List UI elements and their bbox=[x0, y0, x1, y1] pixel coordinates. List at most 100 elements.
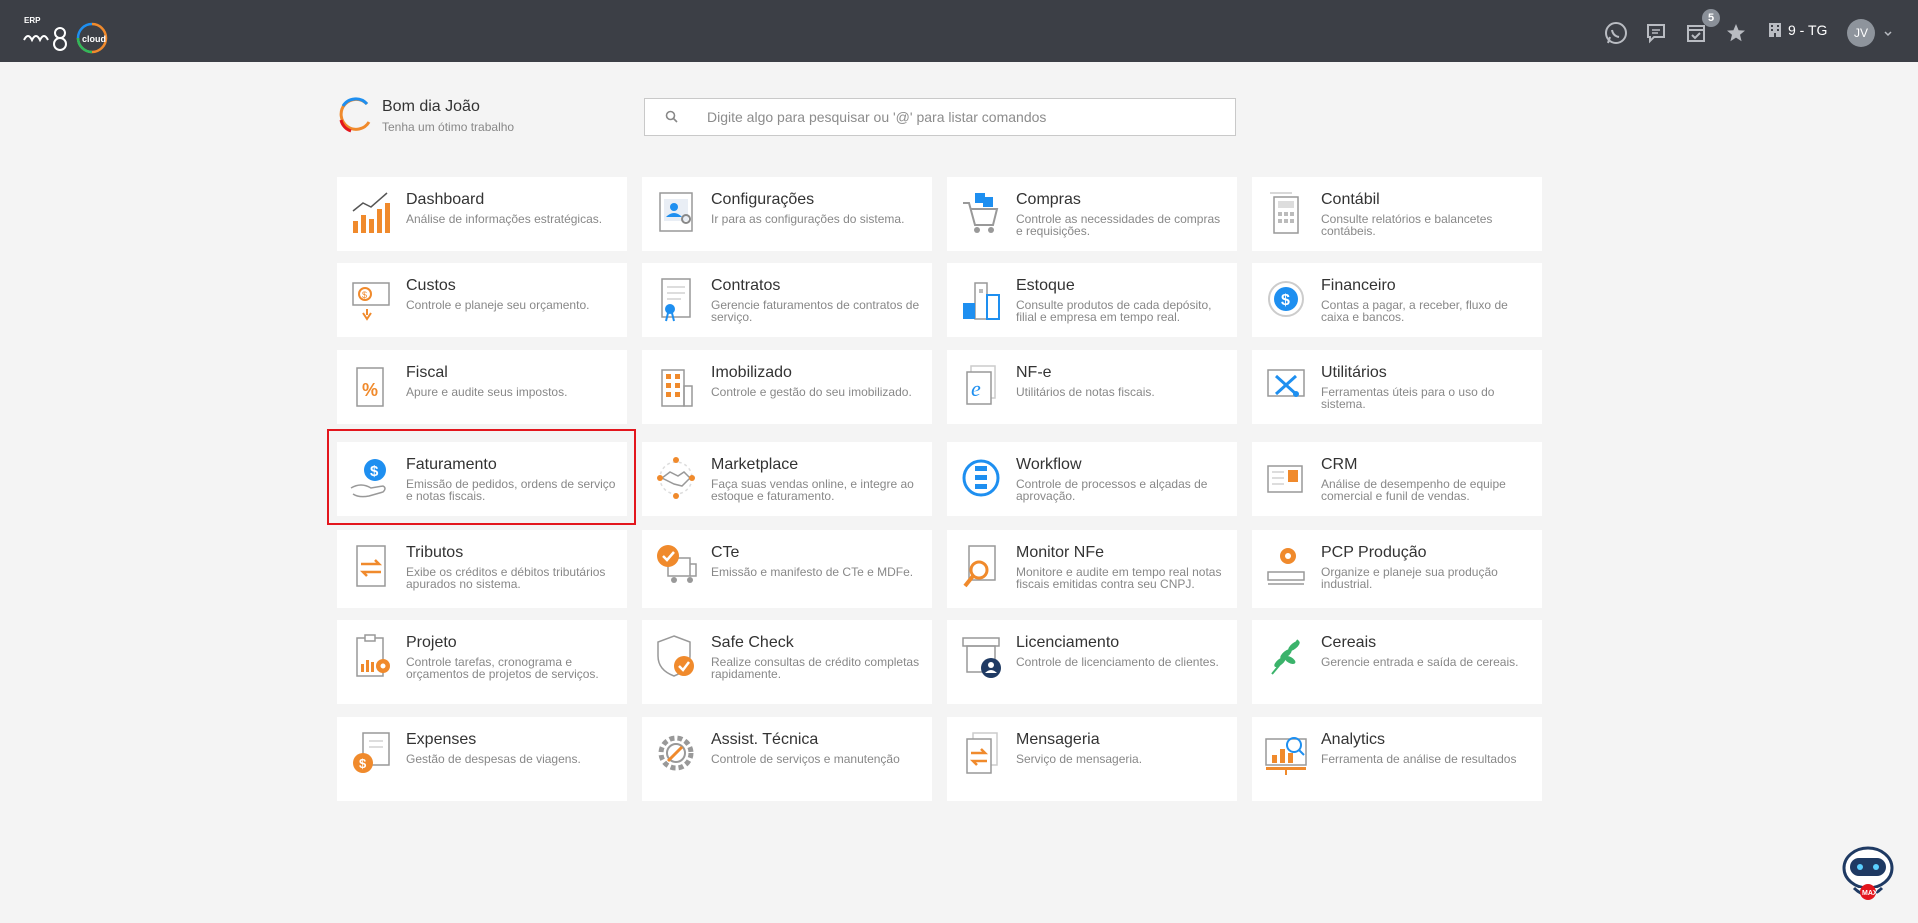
module-description: Controle tarefas, cronograma e orçamento… bbox=[406, 655, 599, 681]
module-description: Ferramenta de análise de resultados bbox=[1321, 752, 1517, 766]
module-description: Análise de desempenho de equipe comercia… bbox=[1321, 477, 1506, 503]
module-card-imobilizado[interactable]: Imobilizado Controle e gestão do seu imob… bbox=[642, 350, 932, 424]
company-selector[interactable]: 9 - TG bbox=[1768, 22, 1827, 38]
module-card-compras[interactable]: Compras Controle as necessidades de compr… bbox=[947, 177, 1237, 251]
module-card-licenciamento[interactable]: Licenciamento Controle de licenciamento d… bbox=[947, 620, 1237, 704]
module-title: PCP Produção bbox=[1321, 544, 1427, 561]
workflow-icon bbox=[959, 454, 1003, 502]
greeting-subtitle: Tenha um ótimo trabalho bbox=[382, 120, 515, 134]
module-description: Emissão de pedidos, ordens de serviço e … bbox=[406, 477, 616, 503]
project-clipboard-icon bbox=[349, 632, 393, 680]
module-card-fiscal[interactable]: % Fiscal Apure e audite seus impostos. bbox=[337, 350, 627, 424]
company-label: 9 - TG bbox=[1788, 22, 1828, 38]
greeting-title: Bom dia João bbox=[382, 98, 480, 115]
module-card-projeto[interactable]: Projeto Controle tarefas, cronograma e or… bbox=[337, 620, 627, 704]
building-icon bbox=[1769, 23, 1781, 37]
license-store-icon bbox=[959, 632, 1003, 680]
module-title: Marketplace bbox=[711, 456, 799, 473]
module-card-expenses[interactable]: $ Expenses Gestão de despesas de viagens. bbox=[337, 717, 627, 801]
module-card-faturamento[interactable]: $ Faturamento Emissão de pedidos, ordens d… bbox=[337, 442, 627, 516]
module-card-estoque[interactable]: Estoque Consulte produtos de cada depósit… bbox=[947, 263, 1237, 337]
module-card-monitor-nfe[interactable]: Monitor NFe Monitore e audite em tempo re… bbox=[947, 530, 1237, 608]
svg-text:$: $ bbox=[359, 756, 367, 771]
module-description: Gerencie faturamentos de contratos de se… bbox=[711, 298, 920, 324]
module-description: Utilitários de notas fiscais. bbox=[1016, 385, 1155, 399]
chat-icon[interactable] bbox=[1643, 20, 1669, 46]
module-title: Contábil bbox=[1321, 191, 1380, 208]
search-box bbox=[644, 98, 1236, 136]
module-card-cereais[interactable]: Cereais Gerencie entrada e saída de cerea… bbox=[1252, 620, 1542, 704]
module-card-crm[interactable]: CRM Análise de desempenho de equipe comer… bbox=[1252, 442, 1542, 516]
module-card-contratos[interactable]: Contratos Gerencie faturamentos de contra… bbox=[642, 263, 932, 337]
module-title: Licenciamento bbox=[1016, 634, 1120, 651]
star-icon[interactable] bbox=[1723, 20, 1749, 46]
svg-text:$: $ bbox=[1281, 292, 1290, 309]
module-title: Estoque bbox=[1016, 277, 1075, 294]
module-title: Utilitários bbox=[1321, 364, 1387, 381]
module-title: Compras bbox=[1016, 191, 1081, 208]
svg-text:%: % bbox=[362, 380, 378, 400]
module-card-mensageria[interactable]: Mensageria Serviço de mensageria. bbox=[947, 717, 1237, 801]
module-card-safe-check[interactable]: Safe Check Realize consultas de crédito c… bbox=[642, 620, 932, 704]
module-title: Workflow bbox=[1016, 456, 1082, 473]
robot-icon: MAX bbox=[1842, 846, 1894, 900]
expenses-icon: $ bbox=[349, 729, 393, 777]
avatar[interactable]: JV bbox=[1847, 19, 1875, 47]
module-description: Apure e audite seus impostos. bbox=[406, 385, 568, 399]
module-card-cont-bil[interactable]: Contábil Consulte relatórios e balancetes… bbox=[1252, 177, 1542, 251]
module-card-dashboard[interactable]: Dashboard Análise de informações estratég… bbox=[337, 177, 627, 251]
shield-check-icon bbox=[654, 632, 698, 680]
module-description: Gestão de despesas de viagens. bbox=[406, 752, 581, 766]
module-description: Ir para as configurações do sistema. bbox=[711, 212, 905, 226]
module-description: Controle as necessidades de compras e re… bbox=[1016, 212, 1221, 238]
module-title: Configurações bbox=[711, 191, 815, 208]
chevron-down-icon[interactable] bbox=[1883, 26, 1893, 44]
search-input[interactable] bbox=[707, 99, 1227, 135]
module-card-assist-t-cnica[interactable]: Assist. Técnica Controle de serviços e ma… bbox=[642, 717, 932, 801]
production-gear-icon bbox=[1264, 542, 1308, 590]
module-description: Controle de serviços e manutenção bbox=[711, 752, 900, 766]
module-card-nf-e[interactable]: e NF-e Utilitários de notas fiscais. bbox=[947, 350, 1237, 424]
module-title: Assist. Técnica bbox=[711, 731, 819, 748]
max-assistant-button[interactable]: MAX bbox=[1838, 842, 1898, 904]
module-title: Monitor NFe bbox=[1016, 544, 1105, 561]
greeting: Bom dia João Tenha um ótimo trabalho bbox=[337, 96, 537, 136]
billing-hand-icon: $ bbox=[349, 454, 393, 502]
module-description: Controle e gestão do seu imobilizado. bbox=[711, 385, 912, 399]
module-card-configura-es[interactable]: Configurações Ir para as configurações do… bbox=[642, 177, 932, 251]
logo-mark-icon: cloud bbox=[23, 22, 108, 54]
module-title: Safe Check bbox=[711, 634, 794, 651]
tax-percent-icon: % bbox=[349, 362, 393, 410]
m8-cloud-logo[interactable]: ERP cloud bbox=[22, 14, 114, 54]
module-card-pcp-produ-o[interactable]: PCP Produção Organize e planeje sua produ… bbox=[1252, 530, 1542, 608]
message-doc-icon bbox=[959, 729, 1003, 777]
module-card-marketplace[interactable]: Marketplace Faça suas vendas online, e in… bbox=[642, 442, 932, 516]
module-card-custos[interactable]: $ Custos Controle e planeje seu orçamento. bbox=[337, 263, 627, 337]
module-card-cte[interactable]: CTe Emissão e manifesto de CTe e MDFe. bbox=[642, 530, 932, 608]
chart-icon bbox=[349, 189, 393, 237]
tax-transfer-icon bbox=[349, 542, 393, 590]
svg-text:$: $ bbox=[362, 290, 367, 300]
module-card-workflow[interactable]: Workflow Controle de processos e alçadas … bbox=[947, 442, 1237, 516]
module-card-tributos[interactable]: Tributos Exibe os créditos e débitos trib… bbox=[337, 530, 627, 608]
module-title: NF-e bbox=[1016, 364, 1052, 381]
svg-text:$: $ bbox=[370, 463, 379, 480]
whatsapp-icon[interactable] bbox=[1603, 20, 1629, 46]
gear-icon bbox=[654, 729, 698, 777]
svg-text:e: e bbox=[971, 376, 981, 401]
module-description: Gerencie entrada e saída de cereais. bbox=[1321, 655, 1519, 669]
module-title: Cereais bbox=[1321, 634, 1377, 651]
shopping-cart-icon bbox=[959, 189, 1003, 237]
module-card-utilit-rios[interactable]: Utilitários Ferramentas úteis para o uso … bbox=[1252, 350, 1542, 424]
module-title: Faturamento bbox=[406, 456, 497, 473]
magnifier-doc-icon bbox=[959, 542, 1003, 590]
module-description: Monitore e audite em tempo real notas fi… bbox=[1016, 565, 1222, 591]
tools-icon bbox=[1264, 362, 1308, 410]
module-title: Custos bbox=[406, 277, 456, 294]
module-card-financeiro[interactable]: $ Financeiro Contas a pagar, a receber, fl… bbox=[1252, 263, 1542, 337]
module-card-analytics[interactable]: Analytics Ferramenta de análise de result… bbox=[1252, 717, 1542, 801]
svg-text:cloud: cloud bbox=[82, 34, 106, 44]
handshake-icon bbox=[654, 454, 698, 502]
module-title: Financeiro bbox=[1321, 277, 1396, 294]
notifications-badge: 5 bbox=[1702, 9, 1720, 27]
